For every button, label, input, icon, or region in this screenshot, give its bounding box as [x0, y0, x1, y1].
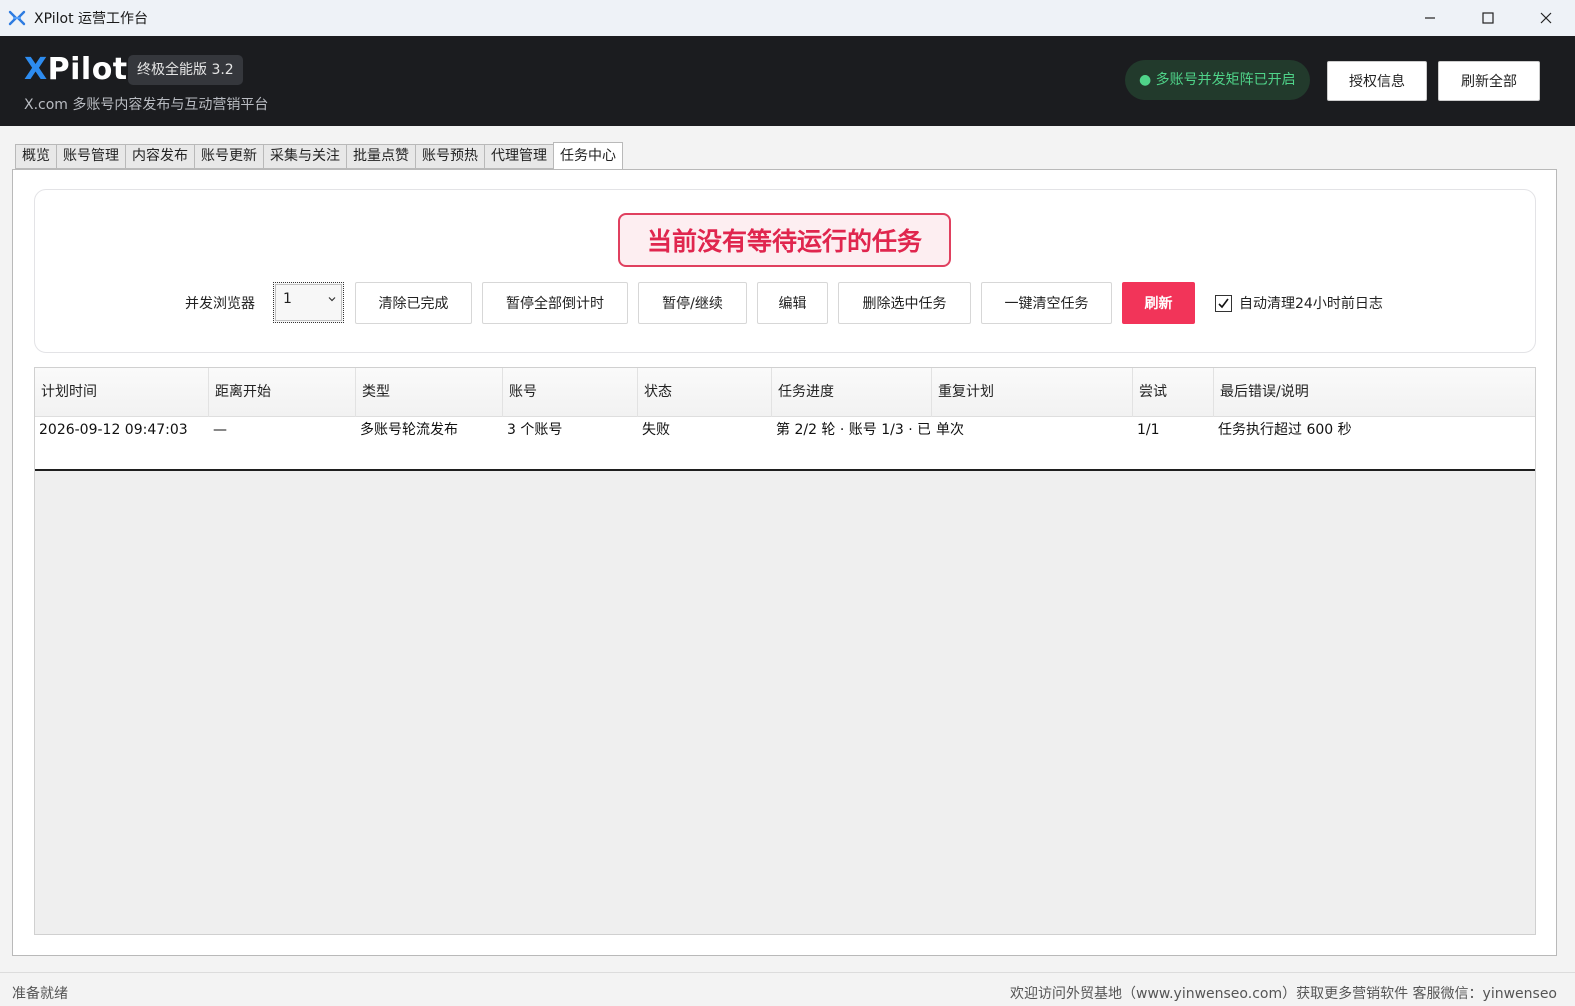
- brand-name: Pilot: [47, 52, 128, 87]
- brand-x: X: [24, 52, 48, 87]
- tab-overview[interactable]: 概览: [15, 144, 56, 169]
- window-titlebar: XPilot 运营工作台: [0, 0, 1575, 36]
- column-header-repeat[interactable]: 重复计划: [932, 368, 1133, 417]
- tab-collect-follow[interactable]: 采集与关注: [263, 144, 346, 169]
- maximize-icon: [1482, 12, 1494, 24]
- minimize-button[interactable]: [1401, 0, 1459, 36]
- tab-task-center[interactable]: 任务中心: [553, 142, 623, 170]
- maximize-button[interactable]: [1459, 0, 1517, 36]
- checkmark-icon: [1218, 298, 1229, 308]
- column-header-type[interactable]: 类型: [356, 368, 503, 417]
- version-badge: 终极全能版 3.2: [128, 55, 243, 85]
- cell-repeat: 单次: [936, 422, 964, 438]
- table-body: 2026-09-12 09:47:03 — 多账号轮流发布 3 个账号 失败 第…: [35, 417, 1535, 471]
- edit-button[interactable]: 编辑: [757, 282, 828, 324]
- cell-scheduled: 2026-09-12 09:47:03: [39, 422, 188, 438]
- cell-status: 失败: [642, 422, 670, 438]
- close-button[interactable]: [1517, 0, 1575, 36]
- cell-progress: 第 2/2 轮 · 账号 1/3 · 已: [776, 422, 930, 438]
- license-info-button[interactable]: 授权信息: [1327, 61, 1427, 101]
- clear-all-tasks-button[interactable]: 一键清空任务: [981, 282, 1112, 324]
- column-header-progress[interactable]: 任务进度: [772, 368, 932, 417]
- delete-selected-button[interactable]: 删除选中任务: [838, 282, 971, 324]
- minimize-icon: [1425, 17, 1435, 19]
- status-promo-text: 欢迎访问外贸基地（www.yinwenseo.com）获取更多营销软件 客服微信…: [1010, 986, 1557, 1002]
- column-header-scheduled[interactable]: 计划时间: [35, 368, 209, 417]
- column-header-attempts[interactable]: 尝试: [1133, 368, 1214, 417]
- column-header-countdown[interactable]: 距离开始: [209, 368, 356, 417]
- refresh-button[interactable]: 刷新: [1122, 282, 1195, 324]
- app-subtitle: X.com 多账号内容发布与互动营销平台: [24, 97, 269, 113]
- window-title: XPilot 运营工作台: [34, 11, 149, 27]
- cell-attempts: 1/1: [1137, 422, 1160, 438]
- table-row[interactable]: 2026-09-12 09:47:03 — 多账号轮流发布 3 个账号 失败 第…: [35, 417, 1535, 443]
- no-pending-task-banner: 当前没有等待运行的任务: [618, 213, 951, 267]
- clear-completed-button[interactable]: 清除已完成: [355, 282, 472, 324]
- brand-logo: XPilot: [24, 52, 128, 87]
- chevron-down-icon: [328, 297, 336, 302]
- concurrency-value: 1: [283, 291, 292, 307]
- main-tabs: 概览 账号管理 内容发布 账号更新 采集与关注 批量点赞 账号预热 代理管理 任…: [15, 142, 623, 170]
- status-bar: 准备就绪 欢迎访问外贸基地（www.yinwenseo.com）获取更多营销软件…: [0, 972, 1575, 1006]
- cell-accounts: 3 个账号: [507, 422, 563, 438]
- status-text: 准备就绪: [12, 986, 68, 1002]
- pause-resume-button[interactable]: 暂停/继续: [638, 282, 747, 324]
- auto-clean-label: 自动清理24小时前日志: [1239, 296, 1383, 312]
- tab-proxy[interactable]: 代理管理: [484, 144, 553, 169]
- concurrency-label: 并发浏览器: [185, 296, 255, 312]
- cell-countdown: —: [213, 422, 227, 438]
- pause-all-countdown-button[interactable]: 暂停全部倒计时: [482, 282, 628, 324]
- column-header-accounts[interactable]: 账号: [503, 368, 638, 417]
- tab-accounts[interactable]: 账号管理: [56, 144, 125, 169]
- tab-account-update[interactable]: 账号更新: [194, 144, 263, 169]
- app-logo-icon: [8, 10, 26, 26]
- auto-clean-checkbox[interactable]: [1215, 294, 1232, 312]
- cell-type: 多账号轮流发布: [360, 422, 458, 438]
- tab-bulk-like[interactable]: 批量点赞: [346, 144, 415, 169]
- task-table: 计划时间 距离开始 类型 账号 状态 任务进度 重复计划 尝试 最后错误/说明 …: [34, 367, 1536, 935]
- tab-warmup[interactable]: 账号预热: [415, 144, 484, 169]
- auto-clean-option[interactable]: 自动清理24小时前日志: [1215, 293, 1383, 313]
- refresh-all-button[interactable]: 刷新全部: [1438, 61, 1540, 101]
- column-header-status[interactable]: 状态: [638, 368, 772, 417]
- cell-error: 任务执行超过 600 秒: [1218, 422, 1352, 438]
- table-header: 计划时间 距离开始 类型 账号 状态 任务进度 重复计划 尝试 最后错误/说明: [35, 368, 1535, 417]
- tab-publish[interactable]: 内容发布: [125, 144, 194, 169]
- app-header: XPilot 终极全能版 3.2 X.com 多账号内容发布与互动营销平台 ● …: [0, 36, 1575, 126]
- concurrency-status-badge: ● 多账号并发矩阵已开启: [1125, 60, 1310, 100]
- column-header-error[interactable]: 最后错误/说明: [1214, 368, 1535, 417]
- close-icon: [1540, 12, 1552, 24]
- window-controls: [1401, 0, 1575, 36]
- concurrency-select[interactable]: 1: [273, 282, 344, 323]
